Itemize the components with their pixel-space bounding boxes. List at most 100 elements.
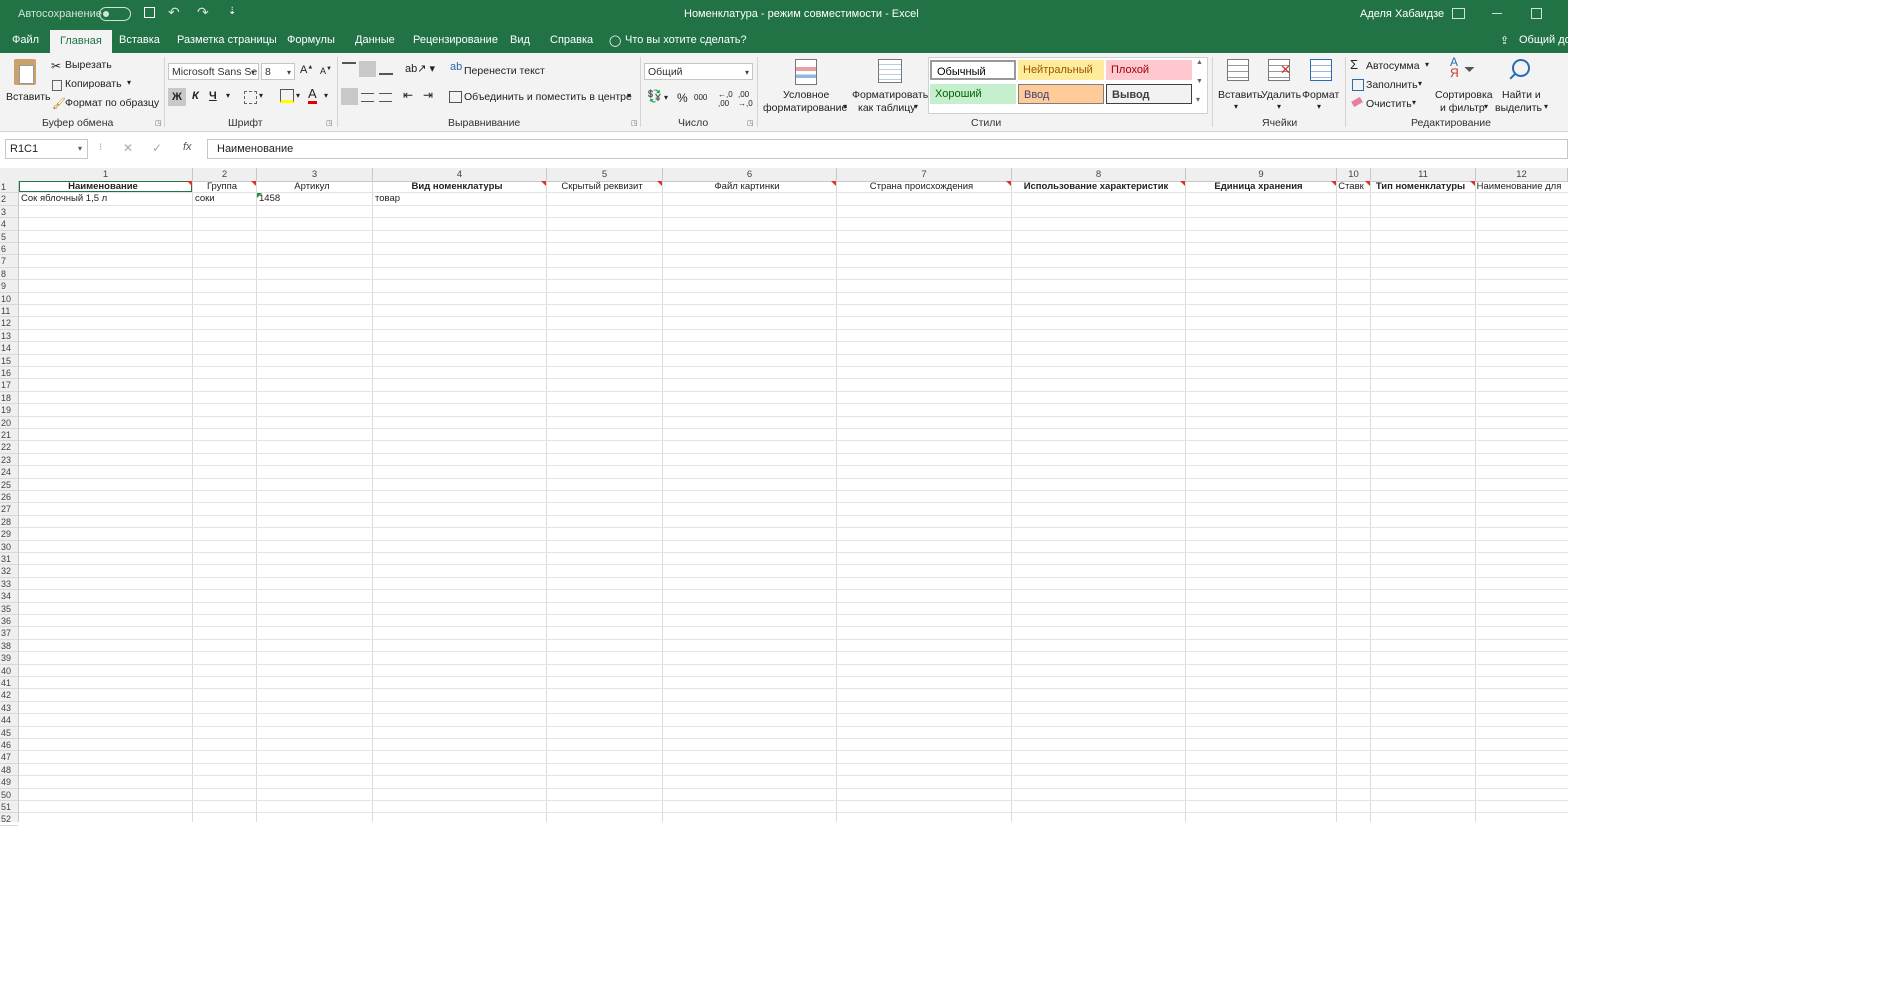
copy-dropdown-icon[interactable]: ▾ — [127, 78, 131, 87]
font-size-select[interactable]: 8 ▾ — [261, 63, 295, 80]
cancel-entry-icon[interactable]: ✕ — [123, 141, 133, 155]
row-header[interactable]: 28 — [0, 516, 18, 529]
style-input[interactable]: Ввод — [1018, 84, 1104, 104]
borders-icon[interactable] — [244, 91, 257, 104]
row-header[interactable]: 24 — [0, 466, 18, 479]
number-format-select[interactable]: Общий ▾ — [644, 63, 753, 80]
redo-icon[interactable]: ↷ — [197, 4, 209, 21]
column-header[interactable]: 3 — [257, 168, 373, 181]
wrap-text-button[interactable]: Перенести текст — [464, 65, 545, 77]
autosave-toggle[interactable] — [99, 7, 131, 21]
minimize-icon[interactable] — [1492, 13, 1502, 14]
comment-indicator[interactable] — [1331, 181, 1336, 186]
tab-help[interactable]: Справка — [550, 34, 593, 46]
styles-scroll-up-icon[interactable]: ▲ — [1196, 59, 1203, 66]
user-name[interactable]: Аделя Хабаидзе — [1360, 8, 1444, 20]
clear-dropdown-icon[interactable]: ▾ — [1412, 98, 1416, 107]
row-header[interactable]: 36 — [0, 615, 18, 628]
undo-icon[interactable]: ↶ — [168, 4, 180, 21]
row-header[interactable]: 48 — [0, 764, 18, 777]
confirm-entry-icon[interactable]: ✓ — [152, 141, 162, 155]
format-cells-button[interactable]: Формат ▾ — [1301, 57, 1341, 115]
row-header[interactable]: 29 — [0, 528, 18, 541]
currency-dropdown-icon[interactable]: ▾ — [664, 93, 668, 102]
cell-header[interactable]: Страна происхождения — [837, 181, 1006, 193]
row-header[interactable]: 43 — [0, 702, 18, 715]
orientation-icon[interactable]: ab↗ ▾ — [405, 62, 435, 75]
row-header[interactable]: 5 — [0, 231, 18, 243]
fill-dropdown-icon[interactable]: ▾ — [1418, 79, 1422, 88]
format-painter-button[interactable]: Формат по образцу — [65, 97, 159, 109]
cell-value[interactable]: соки — [195, 193, 255, 205]
styles-scroll-down-icon[interactable]: ▼ — [1196, 78, 1203, 85]
row-header[interactable]: 26 — [0, 491, 18, 504]
comment-indicator[interactable] — [1006, 181, 1011, 186]
autosum-dropdown-icon[interactable]: ▾ — [1425, 60, 1429, 69]
increase-indent-icon[interactable]: ⇥ — [423, 88, 433, 102]
column-header[interactable]: 12 — [1476, 168, 1568, 181]
row-header[interactable]: 37 — [0, 627, 18, 640]
column-header[interactable]: 10 — [1337, 168, 1371, 181]
restore-icon[interactable] — [1531, 8, 1542, 19]
sort-filter-button[interactable]: AЯ ⏷ Сортировка и фильтр ▾ — [1432, 56, 1494, 115]
clipboard-launcher-icon[interactable]: ◳ — [155, 119, 162, 127]
row-header[interactable]: 52 — [0, 813, 18, 826]
row-header[interactable]: 17 — [0, 379, 18, 392]
row-header[interactable]: 12 — [0, 317, 18, 330]
cell-header[interactable]: Наименование для — [1476, 181, 1562, 193]
row-header[interactable]: 33 — [0, 578, 18, 591]
copy-button[interactable]: Копировать — [65, 78, 122, 90]
style-neutral[interactable]: Нейтральный — [1018, 60, 1104, 80]
cell-header[interactable]: Единица хранения — [1186, 181, 1331, 193]
style-bad[interactable]: Плохой — [1106, 60, 1192, 80]
row-header[interactable]: 39 — [0, 652, 18, 665]
row-header[interactable]: 14 — [0, 342, 18, 355]
row-header[interactable]: 40 — [0, 665, 18, 677]
tab-file[interactable]: Файл — [12, 34, 39, 46]
row-header[interactable]: 1 — [0, 181, 18, 194]
decrease-indent-icon[interactable]: ⇤ — [403, 88, 413, 102]
row-header[interactable]: 11 — [0, 305, 18, 318]
row-header[interactable]: 15 — [0, 355, 18, 367]
row-header[interactable]: 8 — [0, 268, 18, 281]
align-center-icon[interactable] — [361, 93, 374, 102]
clear-button[interactable]: Очистить — [1366, 98, 1412, 110]
delete-cells-button[interactable]: ✕ Удалить ▾ — [1260, 57, 1301, 115]
tab-insert[interactable]: Вставка — [119, 34, 160, 46]
conditional-formatting-button[interactable]: Условное форматирование ▾ — [761, 57, 849, 115]
formula-bar-resize-icon[interactable]: ⁝ — [99, 142, 102, 153]
align-middle-icon[interactable] — [359, 61, 376, 77]
worksheet-grid[interactable]: Наименование Группа Артикул Вид номенклатур… — [19, 181, 1568, 822]
cell-header[interactable]: Файл картинки — [663, 181, 831, 193]
row-header[interactable]: 6 — [0, 243, 18, 256]
tab-page-layout[interactable]: Разметка страницы — [177, 34, 277, 46]
tell-me-input[interactable]: Что вы хотите сделать? — [625, 34, 747, 46]
row-header[interactable]: 19 — [0, 404, 18, 417]
row-header[interactable]: 10 — [0, 293, 18, 305]
paste-button[interactable]: Вставить — [6, 57, 51, 117]
row-header[interactable]: 42 — [0, 689, 18, 702]
cell-header[interactable]: Наименование — [19, 181, 187, 193]
row-header[interactable]: 47 — [0, 751, 18, 764]
align-top-icon[interactable] — [342, 62, 356, 73]
cell-header[interactable]: Скрытый реквизит — [547, 181, 657, 193]
cell-value[interactable]: Сок яблочный 1,5 л — [21, 193, 191, 205]
column-header[interactable]: 1 — [19, 168, 193, 181]
merge-center-button[interactable]: Объединить и поместить в центре — [464, 91, 632, 103]
decrease-decimal-icon[interactable]: ,00 →,0 — [738, 90, 753, 108]
cell-header[interactable]: Использование характеристик — [1012, 181, 1180, 193]
decrease-font-icon[interactable]: A▼ — [320, 66, 332, 76]
underline-button[interactable]: Ч — [209, 90, 217, 102]
fill-color-icon[interactable] — [280, 89, 294, 103]
find-select-button[interactable]: Найти и выделить ▾ — [1494, 57, 1550, 115]
font-color-dropdown-icon[interactable]: ▾ — [324, 91, 328, 100]
cell-header[interactable]: Тип номенклатуры — [1371, 181, 1470, 193]
autosum-button[interactable]: Автосумма — [1366, 60, 1420, 72]
cell-value[interactable]: товар — [375, 193, 545, 205]
row-header[interactable]: 35 — [0, 603, 18, 615]
format-as-table-button[interactable]: Форматировать как таблицу ▾ — [851, 57, 928, 115]
borders-dropdown-icon[interactable]: ▾ — [259, 91, 263, 100]
alignment-launcher-icon[interactable]: ◳ — [631, 119, 638, 127]
name-box[interactable]: R1C1 ▾ — [5, 139, 88, 159]
font-launcher-icon[interactable]: ◳ — [326, 119, 333, 127]
